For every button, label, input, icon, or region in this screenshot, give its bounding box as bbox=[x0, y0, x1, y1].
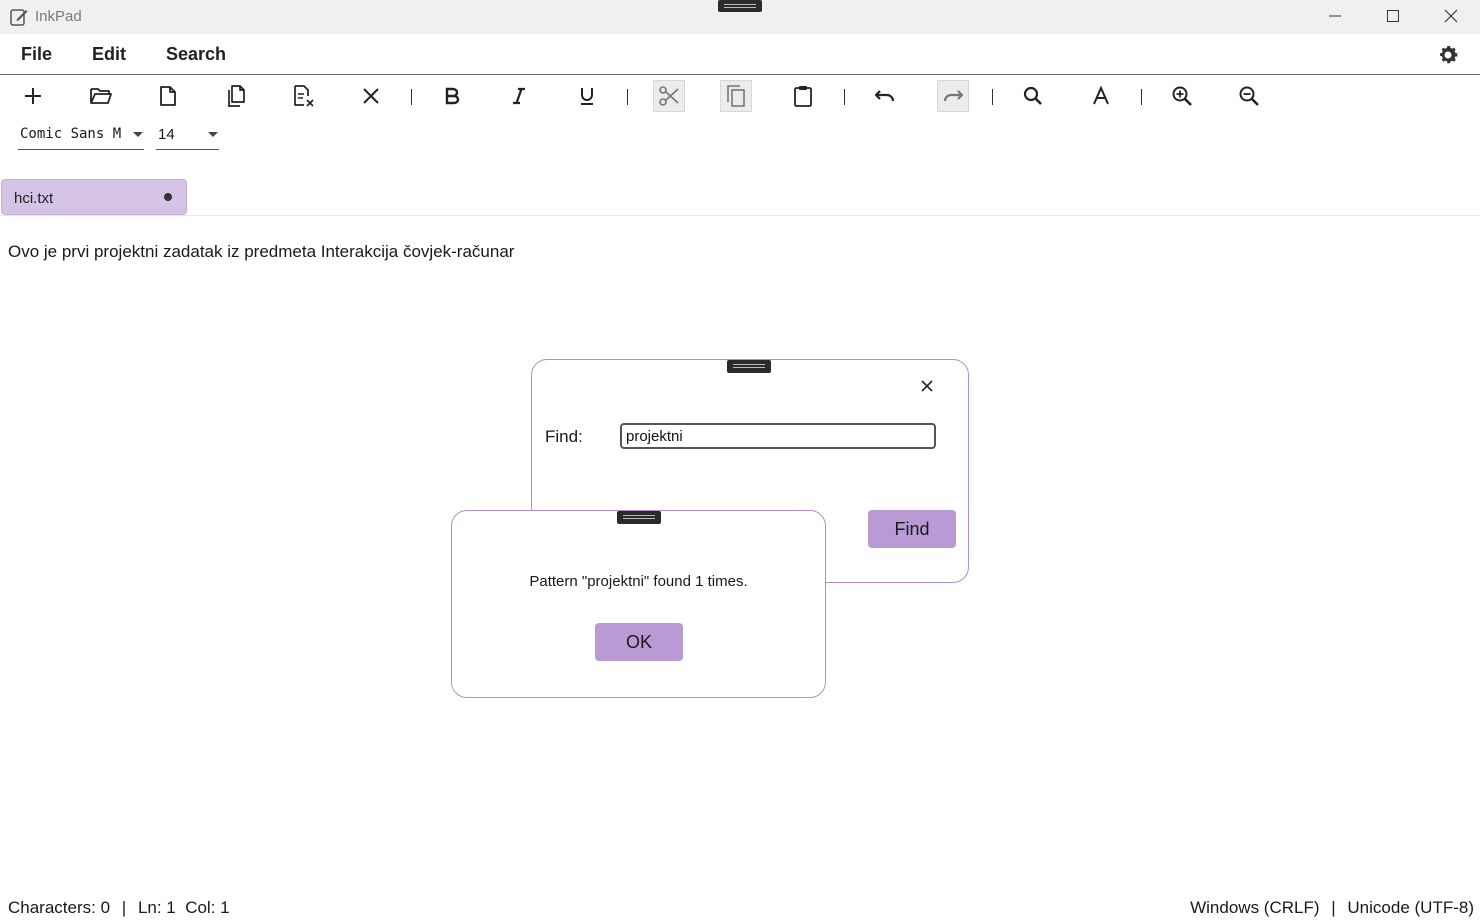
copy-file-icon bbox=[228, 85, 245, 107]
maximize-icon bbox=[1387, 10, 1399, 22]
cursor-position: Ln: 1 Col: 1 bbox=[137, 898, 230, 917]
find-label: Find: bbox=[545, 427, 583, 446]
menu-bar: File Edit Search bbox=[0, 35, 1480, 75]
tab-label: hci.txt bbox=[14, 190, 54, 207]
zoom-in-button[interactable] bbox=[1166, 80, 1198, 112]
cut-button[interactable] bbox=[653, 80, 685, 112]
toolbar-separator bbox=[627, 89, 628, 105]
title-bar[interactable]: InkPad bbox=[0, 0, 1480, 34]
toolbar-separator bbox=[844, 89, 845, 105]
search-icon bbox=[1023, 86, 1042, 105]
underline-button[interactable] bbox=[571, 80, 603, 112]
status-right: Windows (CRLF) | Unicode (UTF-8) bbox=[1190, 898, 1474, 918]
character-count: Characters: 0 bbox=[8, 898, 111, 917]
close-icon[interactable] bbox=[918, 377, 936, 395]
chevron-down-icon bbox=[208, 132, 218, 137]
find-input[interactable] bbox=[620, 423, 936, 449]
file-close-icon bbox=[294, 85, 314, 107]
menu-edit[interactable]: Edit bbox=[92, 44, 126, 65]
open-button[interactable] bbox=[85, 80, 117, 112]
find-button-toolbar[interactable] bbox=[1017, 80, 1049, 112]
close-window-icon bbox=[1444, 9, 1458, 23]
close-icon bbox=[363, 88, 379, 104]
toolbar-separator bbox=[411, 89, 412, 105]
gear-icon[interactable] bbox=[1436, 43, 1460, 67]
font-family-value: Comic Sans M bbox=[20, 126, 122, 142]
encoding[interactable]: Unicode (UTF-8) bbox=[1347, 898, 1474, 917]
undo-button[interactable] bbox=[869, 80, 901, 112]
plus-icon bbox=[25, 88, 41, 104]
cut-icon bbox=[659, 86, 679, 106]
editor-content[interactable]: Ovo je prvi projektni zadatak iz predmet… bbox=[8, 242, 514, 262]
tab-divider bbox=[0, 215, 1480, 216]
italic-button[interactable] bbox=[503, 80, 535, 112]
close-button[interactable] bbox=[355, 80, 387, 112]
copy-button[interactable] bbox=[720, 80, 752, 112]
window-title: InkPad bbox=[35, 8, 82, 25]
drag-handle[interactable] bbox=[718, 0, 762, 12]
toolbar-separator bbox=[992, 89, 993, 105]
maximize-button[interactable] bbox=[1364, 0, 1422, 32]
minimize-button[interactable] bbox=[1306, 0, 1364, 32]
paste-icon bbox=[794, 86, 812, 107]
bold-button[interactable] bbox=[436, 80, 468, 112]
ok-button[interactable]: OK bbox=[595, 623, 683, 661]
message-dialog: Pattern "projektni" found 1 times. OK bbox=[451, 510, 826, 698]
save-as-button[interactable] bbox=[220, 80, 252, 112]
zoom-out-icon bbox=[1239, 86, 1259, 106]
tab-hci-txt[interactable]: hci.txt bbox=[1, 179, 187, 215]
new-file-button[interactable] bbox=[152, 80, 184, 112]
font-button[interactable] bbox=[1085, 80, 1117, 112]
bold-icon bbox=[445, 87, 460, 105]
font-family-select[interactable]: Comic Sans M bbox=[18, 122, 144, 150]
new-button[interactable] bbox=[17, 80, 49, 112]
status-separator: | bbox=[121, 898, 127, 917]
close-file-button[interactable] bbox=[288, 80, 320, 112]
find-button[interactable]: Find bbox=[868, 510, 956, 548]
redo-icon bbox=[943, 90, 964, 102]
menu-search[interactable]: Search bbox=[166, 44, 226, 65]
underline-icon bbox=[581, 88, 593, 105]
italic-icon bbox=[513, 87, 525, 105]
minimize-icon bbox=[1329, 15, 1341, 17]
message-text: Pattern "projektni" found 1 times. bbox=[529, 573, 748, 590]
zoom-out-button[interactable] bbox=[1233, 80, 1265, 112]
font-size-select[interactable]: 14 bbox=[156, 122, 219, 150]
drag-handle[interactable] bbox=[617, 511, 661, 524]
status-separator: | bbox=[1331, 898, 1336, 917]
unsaved-indicator-icon[interactable] bbox=[164, 193, 172, 201]
notepad-icon bbox=[9, 7, 29, 27]
copy-icon bbox=[727, 85, 745, 107]
paste-button[interactable] bbox=[787, 80, 819, 112]
menu-file[interactable]: File bbox=[21, 44, 52, 65]
line-ending[interactable]: Windows (CRLF) bbox=[1190, 898, 1319, 917]
font-icon bbox=[1093, 86, 1109, 105]
close-window-button[interactable] bbox=[1422, 0, 1480, 32]
redo-button[interactable] bbox=[937, 80, 969, 112]
new-file-icon bbox=[160, 86, 176, 106]
status-left: Characters: 0 | Ln: 1 Col: 1 bbox=[8, 898, 230, 918]
zoom-in-icon bbox=[1172, 86, 1192, 106]
undo-icon bbox=[874, 90, 895, 102]
chevron-down-icon bbox=[133, 132, 143, 137]
drag-handle[interactable] bbox=[727, 360, 771, 373]
toolbar-separator bbox=[1141, 89, 1142, 105]
folder-open-icon bbox=[90, 88, 112, 104]
font-size-value: 14 bbox=[158, 126, 175, 143]
